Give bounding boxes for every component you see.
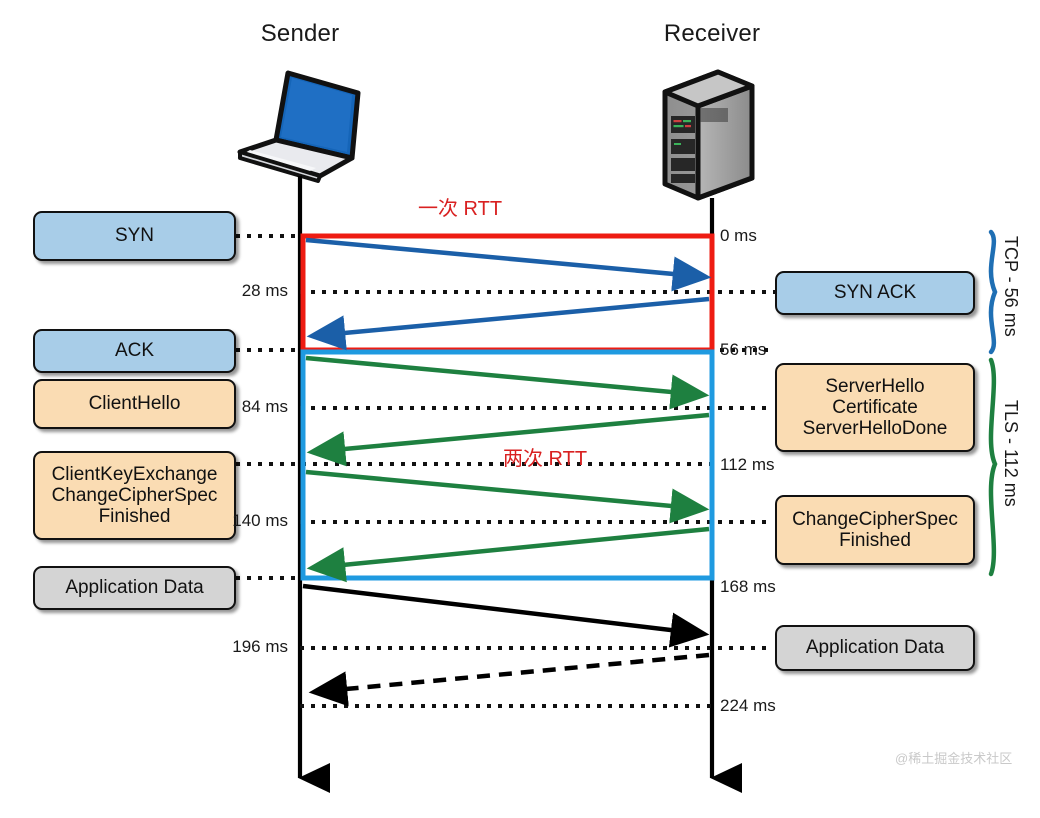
message-line: Certificate	[832, 396, 918, 418]
arrow-app-data-out	[302, 583, 710, 648]
message-line: ChangeCipherSpec	[792, 508, 958, 530]
time-label-112ms: 112 ms	[720, 455, 775, 474]
arrow-change-cipher-spec	[306, 526, 710, 583]
arrow-client-key-exchange	[305, 469, 710, 524]
time-label-168ms: 168 ms	[720, 577, 776, 596]
time-label-84ms: 84 ms	[241, 397, 288, 416]
tcp-bracket-label: TCP - 56 ms	[1001, 236, 1021, 337]
rtt-annotation-one: 一次 RTT	[418, 198, 503, 220]
time-label-224ms: 224 ms	[720, 696, 776, 715]
message-box-application-data-left[interactable]: Application Data	[33, 566, 236, 610]
message-line: ClientHello	[88, 393, 181, 415]
time-label-0ms: 0 ms	[720, 226, 757, 245]
message-box-ack[interactable]: ACK	[33, 329, 236, 373]
tls-bracket-label: TLS - 112 ms	[1001, 400, 1021, 507]
arrow-client-hello	[305, 355, 710, 410]
tcp-bracket	[988, 229, 998, 355]
message-line: ServerHello	[825, 375, 925, 397]
message-line: SYN	[114, 225, 155, 247]
message-line: ChangeCipherSpec	[51, 484, 218, 506]
rtt-annotation-two: 两次 RTT	[503, 448, 588, 470]
server-icon	[662, 69, 755, 201]
time-label-28ms: 28 ms	[241, 281, 288, 300]
message-box-server-hello[interactable]: ServerHello Certificate ServerHelloDone	[775, 363, 975, 452]
message-box-syn-ack[interactable]: SYN ACK	[775, 271, 975, 315]
message-line: Application Data	[65, 577, 204, 599]
laptop-icon	[236, 70, 361, 183]
time-label-56ms: 56 ms	[720, 340, 767, 359]
message-box-change-cipher-spec[interactable]: ChangeCipherSpec Finished	[775, 495, 975, 565]
message-box-syn[interactable]: SYN	[33, 211, 236, 261]
message-line: Finished	[98, 506, 171, 528]
message-line: ACK	[114, 340, 155, 362]
message-line: Finished	[839, 530, 911, 551]
message-line: ClientKeyExchange	[51, 463, 218, 485]
message-box-application-data-right[interactable]: Application Data	[775, 625, 975, 671]
time-label-196ms: 196 ms	[232, 637, 288, 656]
message-line: ServerHelloDone	[802, 418, 948, 440]
arrow-syn-ack	[306, 296, 710, 351]
tls-bracket	[988, 357, 998, 577]
time-label-140ms: 140 ms	[232, 511, 288, 530]
arrow-app-data-in	[308, 652, 710, 707]
diagram-canvas: Sender Receiver SYN ACK ClientHello Clie…	[0, 0, 1040, 818]
message-line: SYN ACK	[833, 282, 917, 304]
message-line: Application Data	[805, 637, 945, 659]
watermark: @稀土掘金技术社区	[895, 751, 1013, 766]
arrow-syn	[305, 237, 712, 292]
